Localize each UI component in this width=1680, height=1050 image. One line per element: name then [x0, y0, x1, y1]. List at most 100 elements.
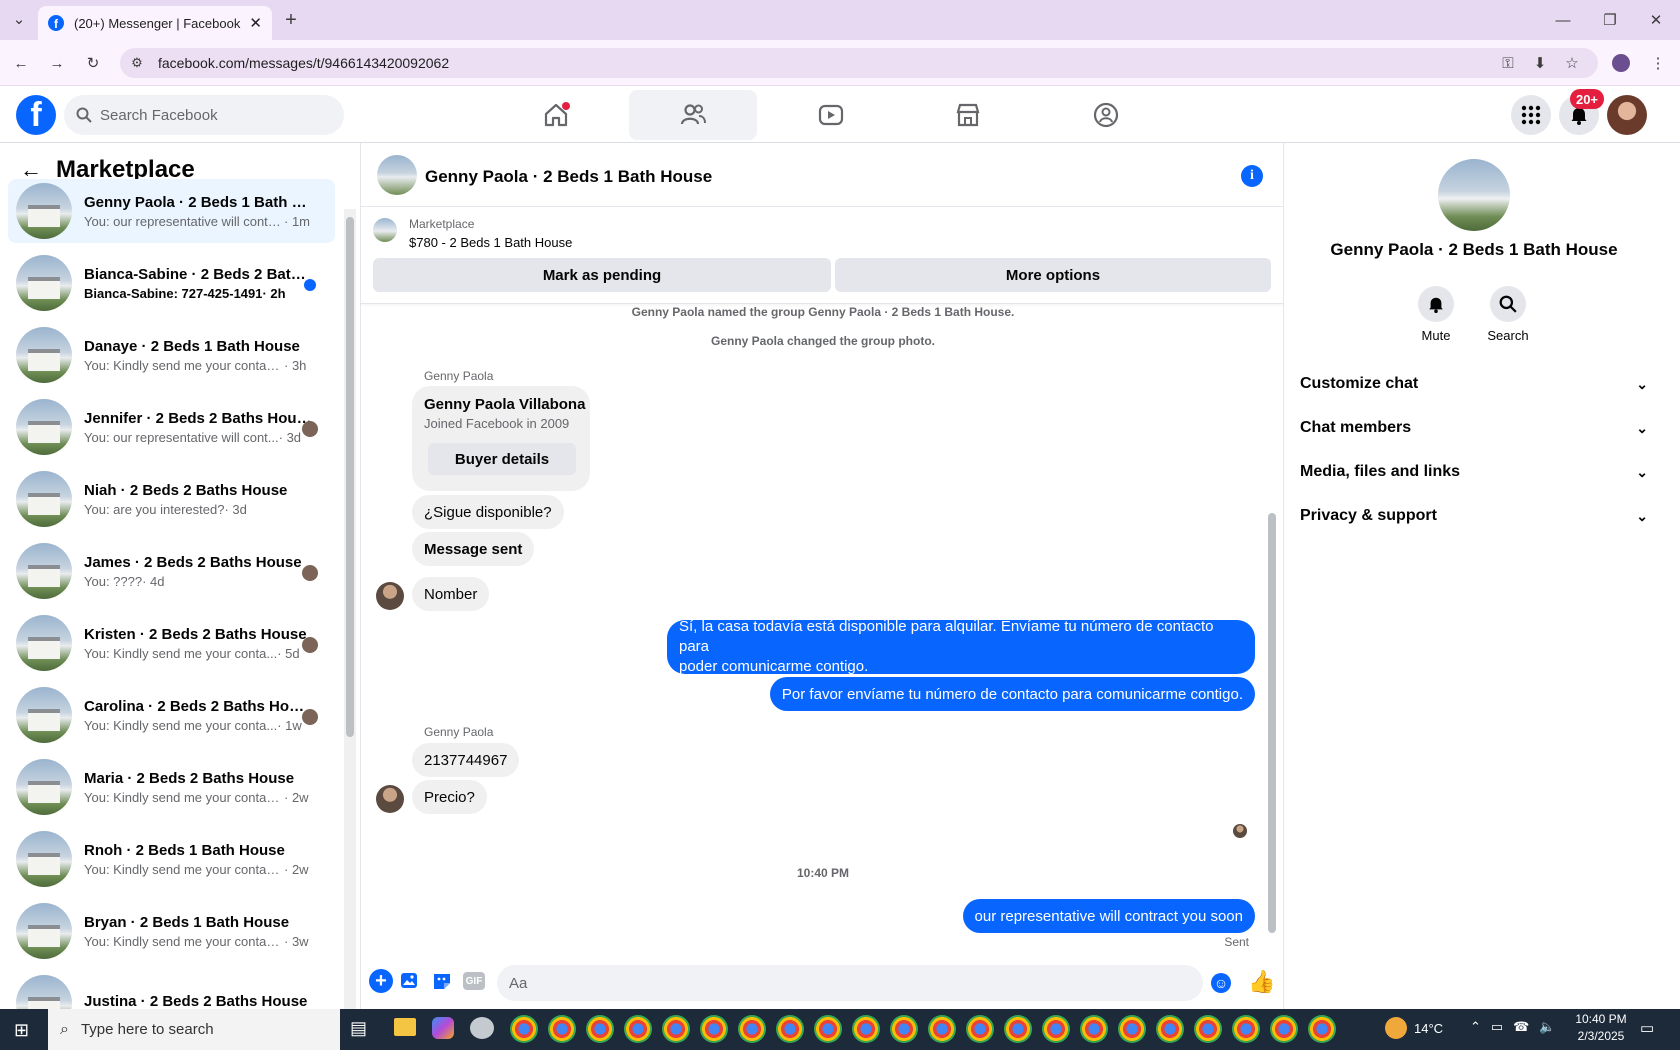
notification-center-icon[interactable]: ▭ [1640, 1019, 1654, 1037]
facebook-logo-icon[interactable]: f [16, 95, 56, 135]
chrome-taskbar-icon[interactable] [624, 1015, 652, 1043]
site-info-icon[interactable]: ⚙ [124, 50, 150, 76]
search-icon[interactable] [1490, 286, 1526, 322]
nav-video-icon[interactable] [767, 90, 895, 140]
section-privacy-support[interactable]: Privacy & support ⌄ [1300, 496, 1648, 536]
reload-icon[interactable]: ↻ [80, 50, 106, 76]
chrome-taskbar-icon[interactable] [548, 1015, 576, 1043]
address-bar[interactable]: facebook.com/messages/t/9466143420092062 [120, 48, 1598, 78]
emoji-icon[interactable]: ☺ [1211, 973, 1231, 993]
chrome-taskbar-icon[interactable] [1080, 1015, 1108, 1043]
conversation-item[interactable]: Bianca-Sabine · 2 Beds 2 Bath... Bianca-S… [8, 251, 335, 315]
forward-icon[interactable]: → [44, 50, 70, 76]
chrome-taskbar-icon[interactable] [662, 1015, 690, 1043]
conversation-item[interactable]: Danaye · 2 Beds 1 Bath House You: Kindly … [8, 323, 335, 387]
new-tab-icon[interactable]: + [278, 7, 304, 33]
photo-icon[interactable] [399, 970, 421, 992]
chrome-taskbar-icon[interactable] [1118, 1015, 1146, 1043]
chrome-taskbar-icon[interactable] [928, 1015, 956, 1043]
conversation-item[interactable]: Rnoh · 2 Beds 1 Bath House You: Kindly se… [8, 827, 335, 891]
conversation-item[interactable]: Jennifer · 2 Beds 2 Baths House You: our … [8, 395, 335, 459]
close-tab-icon[interactable]: ✕ [249, 14, 262, 32]
chrome-taskbar-icon[interactable] [1270, 1015, 1298, 1043]
task-view-icon[interactable]: ▤ [350, 1018, 367, 1039]
message-bubble[interactable]: Precio? [412, 780, 487, 814]
chrome-taskbar-icon[interactable] [738, 1015, 766, 1043]
system-tray-icons[interactable]: ⌃▭☎🔈 [1470, 1019, 1566, 1035]
install-app-icon[interactable]: ⬇ [1527, 50, 1553, 76]
message-bubble[interactable]: Nomber [412, 577, 490, 611]
conversation-item[interactable]: Bryan · 2 Beds 1 Bath House You: Kindly s… [8, 899, 335, 963]
sticker-icon[interactable] [431, 970, 453, 992]
chrome-taskbar-icon[interactable] [890, 1015, 918, 1043]
chrome-menu-icon[interactable]: ⋮ [1645, 50, 1671, 76]
chrome-taskbar-icon[interactable] [1232, 1015, 1260, 1043]
bookmark-star-icon[interactable]: ☆ [1559, 50, 1585, 76]
like-thumb-icon[interactable]: 👍 [1248, 969, 1275, 995]
conversation-item[interactable]: Justina · 2 Beds 2 Baths House [8, 971, 335, 1009]
nav-marketplace-icon[interactable] [904, 90, 1032, 140]
copilot-icon[interactable] [432, 1017, 454, 1039]
left-scrollbar[interactable] [344, 209, 356, 1009]
mute-bell-icon[interactable] [1418, 286, 1454, 322]
back-icon[interactable]: ← [8, 50, 34, 76]
chrome-taskbar-icon[interactable] [586, 1015, 614, 1043]
chrome-taskbar-icon[interactable] [1042, 1015, 1070, 1043]
conversation-item[interactable]: Kristen · 2 Beds 2 Baths House You: Kindl… [8, 611, 335, 675]
mark-pending-button[interactable]: Mark as pending [373, 258, 831, 292]
nav-groups-icon[interactable] [1042, 90, 1170, 140]
password-key-icon[interactable]: ⚿ [1495, 50, 1521, 76]
profile-icon[interactable] [1608, 50, 1634, 76]
message-bubble[interactable]: 2137744967 [412, 743, 520, 777]
message-bubble[interactable]: Message sent [412, 532, 535, 566]
browser-tab[interactable]: f (20+) Messenger | Facebook ✕ [38, 6, 272, 40]
tab-search-icon[interactable]: ⌄ [6, 6, 32, 32]
windows-start-icon[interactable]: ⊞ [14, 1020, 29, 1041]
conversation-item[interactable]: James · 2 Beds 2 Baths House You: ???? · … [8, 539, 335, 603]
section-customize-chat[interactable]: Customize chat ⌄ [1300, 364, 1648, 404]
chrome-taskbar-icon[interactable] [1156, 1015, 1184, 1043]
add-icon[interactable]: + [369, 969, 393, 993]
close-window-icon[interactable]: ✕ [1643, 7, 1669, 33]
minimize-icon[interactable]: — [1550, 7, 1576, 33]
chrome-taskbar-icon[interactable] [1194, 1015, 1222, 1043]
section-chat-members[interactable]: Chat members ⌄ [1300, 408, 1648, 448]
my-message-bubble[interactable]: Sí, la casa todavía está disponible para… [667, 618, 1255, 675]
app-icon[interactable] [470, 1017, 494, 1039]
nav-friends-icon[interactable] [629, 90, 757, 140]
chrome-taskbar-icon[interactable] [852, 1015, 880, 1043]
sender-avatar[interactable] [376, 785, 404, 813]
file-explorer-icon[interactable] [394, 1018, 416, 1036]
chrome-taskbar-icon[interactable] [776, 1015, 804, 1043]
nav-home-icon[interactable] [492, 90, 620, 140]
chrome-taskbar-icon[interactable] [700, 1015, 728, 1043]
chat-avatar[interactable] [377, 155, 417, 195]
facebook-search-input[interactable]: Search Facebook [64, 95, 344, 135]
chrome-taskbar-icon[interactable] [510, 1015, 538, 1043]
chrome-taskbar-icon[interactable] [1004, 1015, 1032, 1043]
menu-grid-icon[interactable] [1511, 95, 1551, 135]
chrome-taskbar-icon[interactable] [1308, 1015, 1336, 1043]
restore-icon[interactable]: ❐ [1597, 7, 1623, 33]
buyer-details-button[interactable]: Buyer details [428, 443, 576, 475]
chrome-taskbar-icon[interactable] [966, 1015, 994, 1043]
weather-icon[interactable] [1385, 1017, 1407, 1039]
sender-avatar[interactable] [376, 582, 404, 610]
more-options-button[interactable]: More options [835, 258, 1271, 292]
profile-photo[interactable] [1438, 159, 1510, 231]
conversation-item[interactable]: Genny Paola · 2 Beds 1 Bath Ho... You: ou… [8, 179, 335, 243]
my-message-bubble[interactable]: our representative will contract you soo… [962, 899, 1255, 933]
info-icon[interactable]: i [1241, 165, 1263, 187]
taskbar-search-input[interactable]: ⌕ Type here to search [48, 1009, 340, 1050]
clock[interactable]: 10:40 PM 2/3/2025 [1566, 1012, 1636, 1043]
chat-scrollbar[interactable] [1266, 305, 1278, 1050]
message-input[interactable]: Aa [497, 965, 1203, 1001]
my-message-bubble[interactable]: Por favor envíame tu número de contacto … [769, 677, 1255, 711]
chrome-taskbar-icon[interactable] [814, 1015, 842, 1043]
gif-icon[interactable]: GIF [463, 972, 485, 990]
conversation-item[interactable]: Maria · 2 Beds 2 Baths House You: Kindly … [8, 755, 335, 819]
account-avatar[interactable] [1607, 95, 1647, 135]
message-bubble[interactable]: ¿Sigue disponible? [412, 495, 564, 529]
chat-title[interactable]: Genny Paola · 2 Beds 1 Bath House [425, 167, 712, 187]
conversation-item[interactable]: Niah · 2 Beds 2 Baths House You: are you … [8, 467, 335, 531]
